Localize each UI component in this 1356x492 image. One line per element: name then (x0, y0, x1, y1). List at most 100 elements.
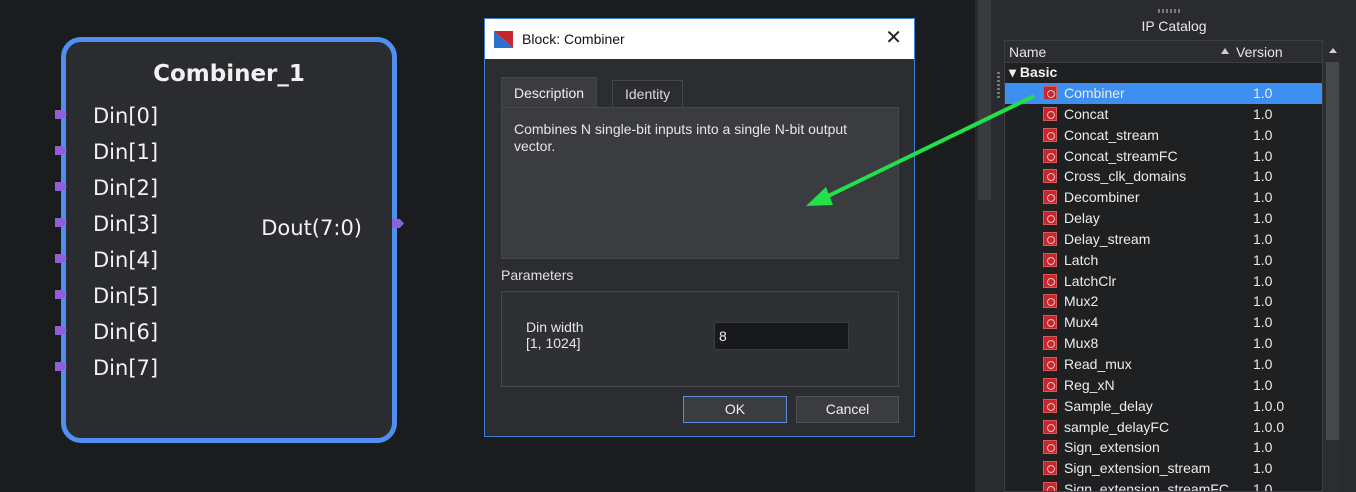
cancel-button[interactable]: Cancel (796, 396, 899, 423)
ip-block-icon (1043, 127, 1057, 142)
catalog-item-name: Combiner (1064, 85, 1125, 101)
input-port-label: Din[0] (93, 104, 159, 128)
catalog-item-name: Concat_stream (1064, 126, 1159, 143)
splitter-handle[interactable] (997, 72, 1000, 100)
ip-block-icon (1043, 315, 1057, 330)
catalog-item-name: Decombiner (1064, 189, 1140, 206)
catalog-item-version: 1.0 (1253, 481, 1273, 492)
catalog-item[interactable]: LatchClr 1.0 (1005, 271, 1325, 292)
block-dialog: Block: Combiner ✕ Description Identity C… (484, 18, 915, 437)
ok-button[interactable]: OK (683, 396, 787, 423)
combiner-block[interactable]: Combiner_1 Din[0] Din[1] Din[2] Din[3] D… (61, 37, 397, 443)
ip-block-icon (1043, 252, 1057, 267)
ip-block-icon (1043, 461, 1057, 476)
catalog-item-name: LatchClr (1064, 272, 1117, 289)
catalog-item-version: 1.0 (1253, 439, 1273, 456)
din-width-input[interactable] (714, 322, 849, 350)
catalog-item-version: 1.0 (1253, 251, 1273, 268)
input-port-label: Din[3] (93, 212, 159, 236)
ip-block-icon (1043, 169, 1057, 184)
catalog-item[interactable]: Sign_extension_stream 1.0 (1005, 458, 1325, 479)
catalog-item-version: 1.0 (1253, 126, 1273, 143)
catalog-item[interactable]: Concat 1.0 (1005, 104, 1325, 125)
catalog-item-name: Mux4 (1064, 314, 1099, 331)
catalog-item[interactable]: Combiner 1.0 (1005, 83, 1325, 104)
description-text: Combines N single-bit inputs into a sing… (501, 107, 899, 259)
catalog-item[interactable]: Sign_extension_streamFC 1.0 (1005, 479, 1325, 492)
ip-block-icon (1043, 482, 1057, 491)
ip-block-icon (1043, 440, 1057, 455)
catalog-item-name: Sign_extension (1064, 439, 1160, 456)
scroll-up-icon[interactable] (1329, 48, 1337, 53)
catalog-item[interactable]: Mux8 1.0 (1005, 333, 1325, 354)
catalog-item-name: Cross_clk_domains (1064, 168, 1187, 185)
catalog-item[interactable]: Mux2 1.0 (1005, 291, 1325, 312)
output-pin[interactable] (392, 219, 404, 228)
scrollbar-thumb[interactable] (1326, 62, 1339, 440)
catalog-item[interactable]: Sample_delay 1.0.0 (1005, 396, 1325, 417)
catalog-item-name: Concat (1064, 105, 1109, 122)
ip-block-icon (1043, 377, 1057, 392)
ip-block-icon (1043, 336, 1057, 351)
tab-identity[interactable]: Identity (612, 80, 684, 107)
column-header-version[interactable]: Version (1236, 44, 1283, 60)
column-header-name[interactable]: Name (1009, 44, 1046, 60)
group-label: Basic (1019, 64, 1058, 80)
ip-block-icon (1043, 419, 1057, 434)
catalog-item-version: 1.0.0 (1253, 397, 1285, 414)
input-port-label: Din[2] (93, 176, 159, 200)
catalog-item[interactable]: Cross_clk_domains 1.0 (1005, 166, 1325, 187)
panel-grip-handle[interactable] (1158, 9, 1180, 13)
catalog-item-name: Reg_xN (1064, 376, 1115, 393)
catalog-item-name: Delay (1064, 210, 1100, 227)
input-port-label: Din[5] (93, 284, 159, 308)
catalog-item-version: 1.0 (1253, 105, 1273, 122)
catalog-item-name: Mux2 (1064, 293, 1099, 310)
param-din-width-label: Din width [1, 1024] (526, 319, 584, 351)
catalog-item[interactable]: Sign_extension 1.0 (1005, 437, 1325, 458)
catalog-item-name: Sign_extension_stream (1064, 460, 1211, 477)
canvas-scrollbar[interactable] (978, 0, 991, 200)
catalog-item-version: 1.0 (1253, 189, 1273, 206)
catalog-tree: Name Version ▾ Basic Combiner 1.0 Concat 1.… (1004, 40, 1342, 492)
catalog-item-name: Delay_stream (1064, 230, 1151, 247)
catalog-item[interactable]: Reg_xN 1.0 (1005, 375, 1325, 396)
input-port-label: Din[6] (93, 320, 159, 344)
catalog-item-name: Read_mux (1064, 355, 1132, 372)
catalog-item-name: Sign_extension_streamFC (1064, 481, 1229, 492)
catalog-item-version: 1.0 (1253, 293, 1273, 310)
ip-block-icon (1043, 211, 1057, 226)
ip-block-icon (1043, 190, 1057, 205)
close-icon[interactable]: ✕ (885, 25, 902, 50)
parameters-heading: Parameters (501, 267, 574, 283)
catalog-item[interactable]: Delay_stream 1.0 (1005, 229, 1325, 250)
catalog-list: Combiner 1.0 Concat 1.0 Concat_stream 1.0 Conc… (1005, 83, 1325, 492)
catalog-item[interactable]: Read_mux 1.0 (1005, 354, 1325, 375)
ip-block-icon (1043, 398, 1057, 413)
catalog-item[interactable]: Delay 1.0 (1005, 208, 1325, 229)
expand-triangle-icon: ▾ (1009, 64, 1017, 80)
input-port-label: Din[7] (93, 356, 159, 380)
catalog-item-version: 1.0 (1253, 355, 1273, 372)
block-title: Combiner_1 (153, 61, 305, 87)
catalog-item-name: sample_delayFC (1064, 418, 1170, 435)
catalog-item-version: 1.0 (1253, 314, 1273, 331)
catalog-item-version: 1.0 (1253, 147, 1273, 164)
catalog-scrollbar[interactable] (1322, 40, 1342, 492)
catalog-item[interactable]: Mux4 1.0 (1005, 312, 1325, 333)
dialog-title: Block: Combiner (522, 31, 625, 47)
catalog-item[interactable]: Concat_stream 1.0 (1005, 125, 1325, 146)
param-label-name: Din width (526, 319, 584, 335)
catalog-item-name: Concat_streamFC (1064, 147, 1178, 164)
catalog-item[interactable]: sample_delayFC 1.0.0 (1005, 417, 1325, 438)
catalog-item[interactable]: Concat_streamFC 1.0 (1005, 146, 1325, 167)
catalog-item-name: Mux8 (1064, 335, 1099, 352)
catalog-item[interactable]: Latch 1.0 (1005, 250, 1325, 271)
catalog-item-name: Latch (1064, 251, 1099, 268)
dialog-titlebar[interactable]: Block: Combiner ✕ (485, 19, 914, 59)
catalog-item[interactable]: Decombiner 1.0 (1005, 187, 1325, 208)
ip-block-icon (1043, 86, 1057, 100)
tab-description[interactable]: Description (501, 77, 598, 108)
app-logo-icon (494, 31, 513, 48)
tree-group-basic[interactable]: ▾ Basic (1009, 64, 1057, 81)
